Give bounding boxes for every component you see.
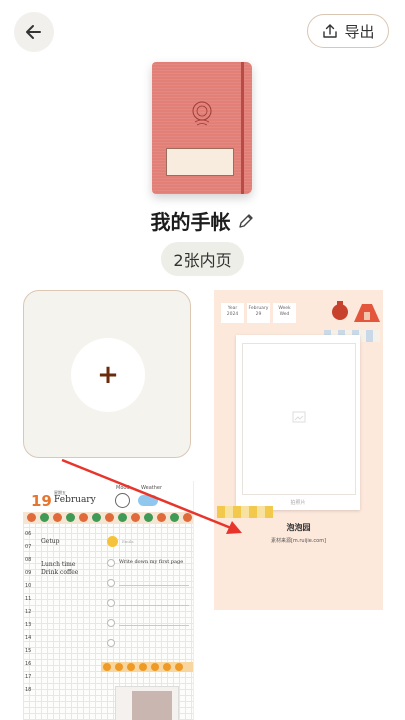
photo-sticker	[115, 686, 179, 720]
back-button[interactable]	[14, 12, 54, 52]
add-page-card[interactable]: +	[23, 290, 191, 458]
todo-check	[107, 599, 115, 607]
todo-line	[119, 625, 189, 626]
date-box-month: February 29	[247, 303, 270, 323]
page-thumbnail-2[interactable]: Year 2024 February 29 Week Wed 拍照片 泡泡园 素…	[214, 290, 383, 610]
page-credit: 素材来源[m.ruijie.com]	[270, 538, 327, 544]
hour-label: 08	[25, 557, 32, 563]
teapot-sticker-icon	[332, 301, 380, 322]
entry-lunch: Lunch time	[41, 561, 76, 568]
hour-label: 11	[25, 596, 32, 602]
hour-label: 10	[25, 583, 32, 589]
export-label: 导出	[344, 22, 375, 41]
hour-label: 15	[25, 648, 32, 654]
entry-getup: Getup	[41, 538, 60, 545]
page-name: 泡泡园	[286, 523, 311, 532]
todo-check	[107, 559, 115, 567]
hour-label: 18	[25, 687, 32, 693]
todo-line	[119, 585, 189, 586]
back-arrow-icon	[26, 25, 41, 39]
image-placeholder-icon	[292, 411, 306, 423]
todo-line	[119, 605, 189, 606]
orange-sticker-row	[101, 662, 193, 672]
page-thumbnail-1[interactable]: 19 星期五 February Mood Weather 06 07 08 09…	[23, 481, 194, 720]
plus-icon[interactable]: +	[71, 338, 145, 412]
hour-label: 06	[25, 531, 32, 537]
small-note: Emila	[122, 539, 134, 544]
tree-border	[23, 512, 193, 524]
entry-coffee: Drink coffee	[41, 569, 79, 576]
elastic-band	[241, 62, 244, 194]
photo-placeholder	[242, 343, 356, 495]
page-count-badge: 2张内页	[161, 242, 244, 276]
notebook-cover[interactable]	[152, 62, 252, 194]
hour-label: 12	[25, 609, 32, 615]
hour-label: 13	[25, 622, 32, 628]
lion-crest-icon	[192, 101, 212, 126]
emoji-sticker-icon	[107, 536, 118, 547]
mood-face-icon	[115, 493, 130, 508]
notebook-title: 我的手帐	[150, 210, 231, 234]
date-box-year: Year 2024	[221, 303, 244, 323]
photo-frame: 拍照片	[236, 335, 360, 510]
pencil-icon[interactable]	[237, 212, 255, 230]
hour-label: 07	[25, 544, 32, 550]
share-upload-icon	[323, 24, 338, 38]
date-box-value: 29	[255, 312, 262, 317]
photo-caption: 拍照片	[290, 500, 306, 506]
mood-label: Mood	[116, 485, 130, 491]
title-row: 我的手帐	[0, 206, 405, 235]
weather-label: Weather	[141, 485, 163, 491]
export-button[interactable]: 导出	[307, 14, 389, 48]
date-box-week: Week Wed	[273, 303, 296, 323]
cloud-icon	[138, 495, 158, 506]
day-number: 19	[31, 492, 52, 510]
date-box-value: Wed	[279, 312, 290, 317]
todo-check	[107, 619, 115, 627]
hour-label: 09	[25, 570, 32, 576]
cover-label	[166, 148, 234, 176]
hour-label: 17	[25, 674, 32, 680]
hour-label: 14	[25, 635, 32, 641]
tape-sticker	[217, 506, 273, 518]
date-box-value: 2024	[226, 312, 239, 317]
todo-first: Write down my first page	[119, 559, 184, 565]
month: February	[54, 495, 96, 505]
todo-check	[107, 579, 115, 587]
todo-check	[107, 639, 115, 647]
hour-label: 16	[25, 661, 32, 667]
